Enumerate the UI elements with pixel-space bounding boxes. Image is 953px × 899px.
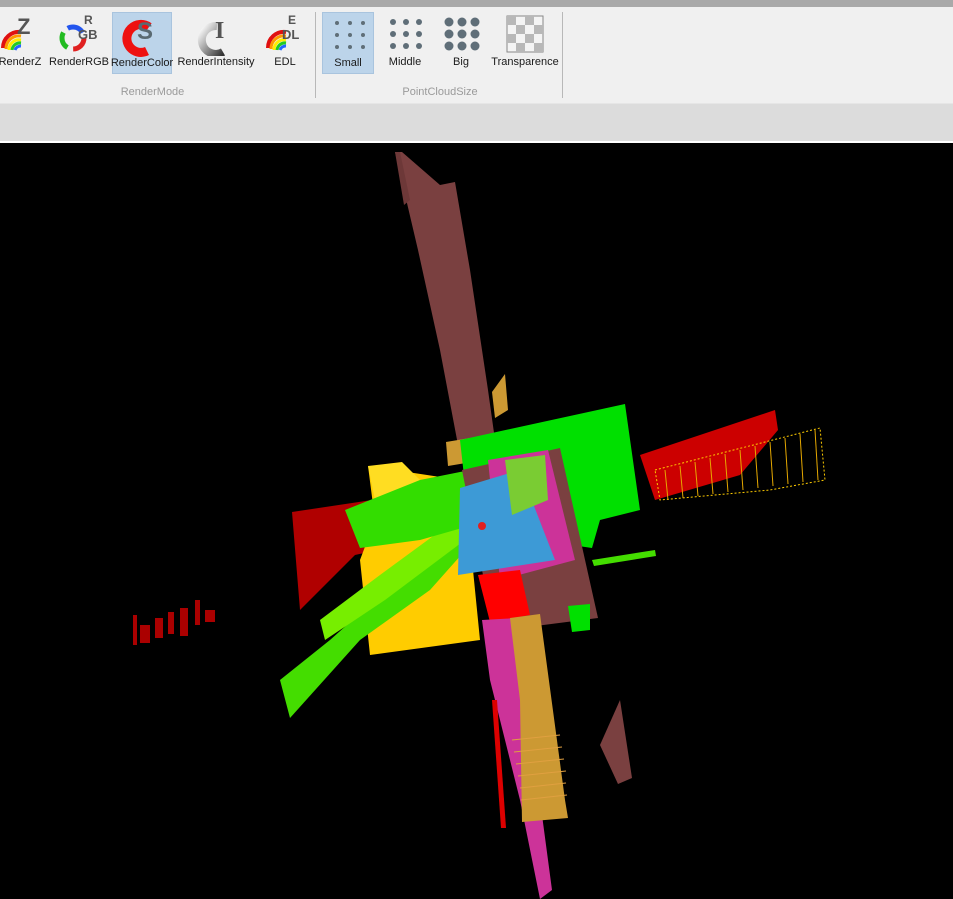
transparence-icon [502,12,548,56]
edl-label: EDL [274,56,296,68]
svg-text:GB: GB [78,27,98,42]
render-rgb-button[interactable]: R GB RenderRGB [49,12,109,74]
window-top-strip [0,0,953,7]
render-color-label: RenderColor [110,57,174,69]
transparence-button[interactable]: Transparence [490,12,560,74]
segment-brown-small [600,700,632,784]
big-dots-icon [438,12,484,56]
edl-icon: E DL [262,12,308,56]
svg-text:R: R [84,13,93,27]
ribbon-toolbar: Z RenderZ R GB RenderRGB S RenderColor I… [0,7,953,103]
small-dots-icon [325,13,371,57]
transparence-label: Transparence [491,56,559,68]
render-intensity-label: RenderIntensity [177,56,255,68]
svg-text:DL: DL [282,27,299,42]
svg-text:I: I [215,18,224,44]
render-z-label: RenderZ [0,56,42,68]
segment-red-right [640,410,778,500]
svg-text:S: S [137,18,153,45]
render-z-icon: Z [0,12,43,56]
render-color-icon: S [119,13,165,57]
point-cloud-render [133,152,826,899]
segment-red-scatter [133,600,215,645]
segment-orange-small [492,374,508,418]
render-color-button[interactable]: S RenderColor [110,12,174,74]
svg-text:E: E [288,13,296,27]
render-rgb-icon: R GB [56,12,102,56]
middle-size-label: Middle [388,56,422,68]
segment-red-dot [478,522,486,530]
segment-green-line [592,550,656,566]
segment-green-small [568,604,590,632]
render-rgb-label: RenderRGB [49,56,109,68]
render-intensity-button[interactable]: I RenderIntensity [175,12,257,74]
edl-button[interactable]: E DL EDL [262,12,308,74]
big-size-label: Big [453,56,469,68]
segment-brown-tower [395,152,495,445]
svg-text:Z: Z [17,14,30,39]
point-cloud-size-group-label: PointCloudSize [402,86,478,98]
group-divider [315,12,316,98]
render-mode-group-label: RenderMode [120,86,185,98]
middle-size-button[interactable]: Middle [380,12,430,74]
group-divider [562,12,563,98]
small-size-button[interactable]: Small [322,12,374,74]
render-intensity-icon: I [193,12,239,56]
render-z-button[interactable]: Z RenderZ [0,12,44,74]
point-cloud-viewport[interactable] [0,143,953,899]
big-size-button[interactable]: Big [438,12,484,74]
middle-dots-icon [382,12,428,56]
toolbar-empty-strip [0,103,953,141]
small-size-label: Small [334,57,362,69]
